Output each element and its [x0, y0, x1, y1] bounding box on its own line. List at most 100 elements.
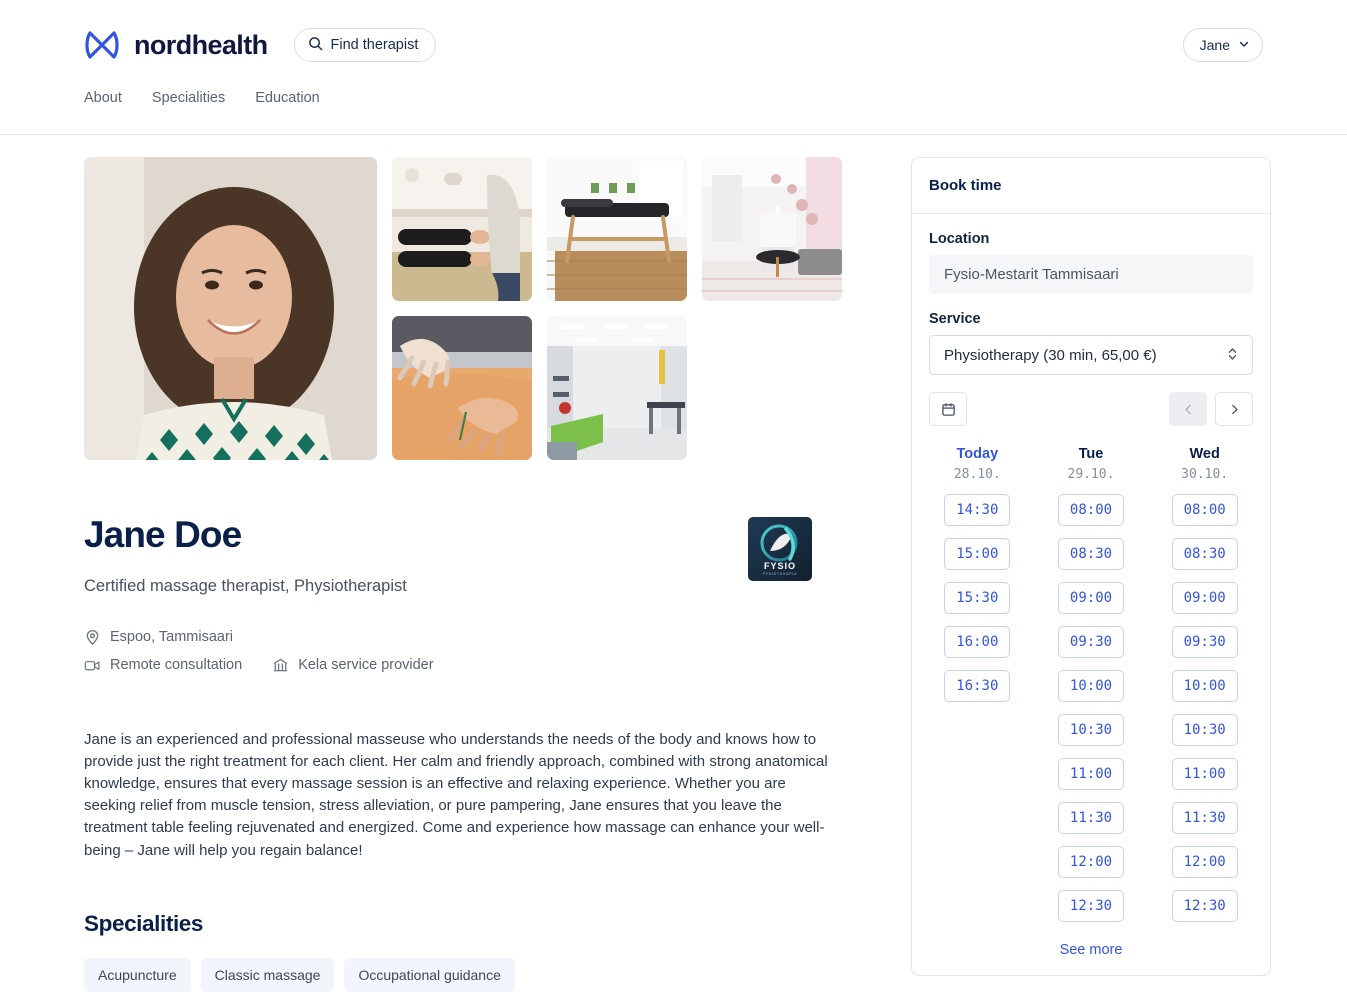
user-menu-button[interactable]: Jane: [1183, 28, 1263, 62]
page-content: Jane Doe Certified massage therapist, Ph…: [0, 135, 1347, 1007]
time-slot[interactable]: 15:30: [944, 582, 1010, 614]
day-date: 30.10.: [1181, 467, 1228, 482]
top-header-bar: nordhealth Find therapist Jane: [0, 0, 1347, 90]
speciality-tag: Classic massage: [201, 958, 335, 992]
profile-meta: Espoo, Tammisaari Remote consultation: [84, 629, 841, 685]
time-slot[interactable]: 14:30: [944, 494, 1010, 526]
nordhealth-mark-icon: [84, 27, 120, 63]
day-date: 28.10.: [954, 467, 1001, 482]
time-slot[interactable]: 08:30: [1058, 538, 1124, 570]
profile-identity: Jane Doe Certified massage therapist, Ph…: [84, 515, 841, 685]
location-label: Location: [929, 231, 1253, 247]
time-slot[interactable]: 11:30: [1058, 802, 1124, 834]
meta-kela-label: Kela service provider: [298, 657, 433, 673]
day-name: Today: [957, 446, 999, 462]
nav-item-about[interactable]: About: [84, 90, 122, 114]
time-slot[interactable]: 12:30: [1058, 890, 1124, 922]
time-slot[interactable]: 12:00: [1172, 846, 1238, 878]
day-name: Wed: [1189, 446, 1219, 462]
thumbnail-clinic-lobby[interactable]: [702, 157, 842, 301]
thumbnail-grid: [392, 157, 842, 460]
day-column-wed: Wed 30.10. 08:00 08:30 09:00 09:30 10:00…: [1156, 446, 1253, 922]
time-slot[interactable]: 11:00: [1172, 758, 1238, 790]
week-nav-buttons: [1169, 392, 1253, 426]
profile-subtitle: Certified massage therapist, Physiothera…: [84, 577, 841, 596]
meta-location-label: Espoo, Tammisaari: [110, 629, 233, 645]
meta-remote: Remote consultation: [84, 657, 242, 674]
location-value: Fysio-Mestarit Tammisaari: [929, 255, 1253, 294]
specialities-heading: Specialities: [84, 911, 841, 937]
bank-icon: [272, 657, 289, 674]
thumbnail-massage-table[interactable]: [547, 157, 687, 301]
meta-location: Espoo, Tammisaari: [84, 629, 841, 646]
svg-text:FYSIOTERAPIA: FYSIOTERAPIA: [763, 572, 797, 576]
time-slot[interactable]: 10:00: [1058, 670, 1124, 702]
video-camera-icon: [84, 657, 101, 674]
time-slot[interactable]: 11:30: [1172, 802, 1238, 834]
time-slot[interactable]: 16:00: [944, 626, 1010, 658]
hero-portrait-photo[interactable]: [84, 157, 377, 460]
photo-gallery: [84, 157, 841, 460]
chevron-left-icon: [1182, 403, 1195, 416]
time-slot[interactable]: 09:00: [1058, 582, 1124, 614]
day-column-tue: Tue 29.10. 08:00 08:30 09:00 09:30 10:00…: [1043, 446, 1140, 922]
service-select[interactable]: Physiotherapy (30 min, 65,00 €): [929, 335, 1253, 375]
calendar-toolbar: [929, 392, 1253, 426]
time-slot[interactable]: 16:30: [944, 670, 1010, 702]
time-slot[interactable]: 10:00: [1172, 670, 1238, 702]
chevron-right-icon: [1228, 403, 1241, 416]
speciality-tag: Acupuncture: [84, 958, 191, 992]
time-slot[interactable]: 09:30: [1172, 626, 1238, 658]
profile-column: Jane Doe Certified massage therapist, Ph…: [84, 157, 841, 1007]
day-date: 29.10.: [1068, 467, 1115, 482]
time-slot[interactable]: 08:30: [1172, 538, 1238, 570]
section-nav: About Specialities Education: [0, 90, 1347, 135]
user-menu-label: Jane: [1200, 37, 1230, 53]
meta-services-row: Remote consultation Kela service provide…: [84, 657, 841, 685]
brand-name: nordhealth: [134, 30, 268, 61]
thumbnail-acupuncture[interactable]: [392, 316, 532, 460]
svg-text:FYSIO: FYSIO: [764, 561, 796, 571]
specialities-tag-list: Acupuncture Classic massage Occupational…: [84, 958, 841, 992]
day-column-today: Today 28.10. 14:30 15:00 15:30 16:00 16:…: [929, 446, 1026, 922]
find-therapist-button[interactable]: Find therapist: [294, 28, 437, 62]
time-slot[interactable]: 11:00: [1058, 758, 1124, 790]
calendar-picker-button[interactable]: [929, 392, 967, 426]
nav-item-education[interactable]: Education: [255, 90, 320, 114]
booking-card-title: Book time: [912, 158, 1270, 214]
time-slot[interactable]: 09:00: [1172, 582, 1238, 614]
profile-bio: Jane is an experienced and professional …: [84, 729, 841, 862]
meta-remote-label: Remote consultation: [110, 657, 242, 673]
service-select-value: Physiotherapy (30 min, 65,00 €): [944, 347, 1157, 364]
time-slot[interactable]: 12:00: [1058, 846, 1124, 878]
clinic-logo-badge: FYSIO FYSIOTERAPIA: [748, 517, 812, 581]
timeslot-day-grid: Today 28.10. 14:30 15:00 15:30 16:00 16:…: [929, 446, 1253, 922]
see-more-link[interactable]: See more: [929, 942, 1253, 958]
booking-card-body: Location Fysio-Mestarit Tammisaari Servi…: [912, 214, 1270, 975]
search-icon: [308, 36, 323, 55]
day-name: Tue: [1079, 446, 1104, 462]
thumbnail-gym-hall[interactable]: [547, 316, 687, 460]
nav-item-specialities[interactable]: Specialities: [152, 90, 225, 114]
calendar-icon: [941, 402, 956, 417]
booking-column: Book time Location Fysio-Mestarit Tammis…: [911, 157, 1271, 976]
thumbnail-therapy-session[interactable]: [392, 157, 532, 301]
booking-card: Book time Location Fysio-Mestarit Tammis…: [911, 157, 1271, 976]
time-slot[interactable]: 08:00: [1058, 494, 1124, 526]
next-days-button[interactable]: [1215, 392, 1253, 426]
page-title: Jane Doe: [84, 515, 841, 556]
speciality-tag: Occupational guidance: [344, 958, 514, 992]
time-slot[interactable]: 08:00: [1172, 494, 1238, 526]
time-slot[interactable]: 10:30: [1058, 714, 1124, 746]
find-therapist-label: Find therapist: [331, 37, 419, 53]
chevron-down-icon: [1238, 37, 1250, 53]
time-slot[interactable]: 10:30: [1172, 714, 1238, 746]
brand-logo[interactable]: nordhealth: [84, 27, 268, 63]
map-pin-icon: [84, 629, 101, 646]
time-slot[interactable]: 12:30: [1172, 890, 1238, 922]
prev-days-button[interactable]: [1169, 392, 1207, 426]
time-slot[interactable]: 09:30: [1058, 626, 1124, 658]
service-label: Service: [929, 311, 1253, 327]
meta-kela: Kela service provider: [272, 657, 433, 674]
time-slot[interactable]: 15:00: [944, 538, 1010, 570]
